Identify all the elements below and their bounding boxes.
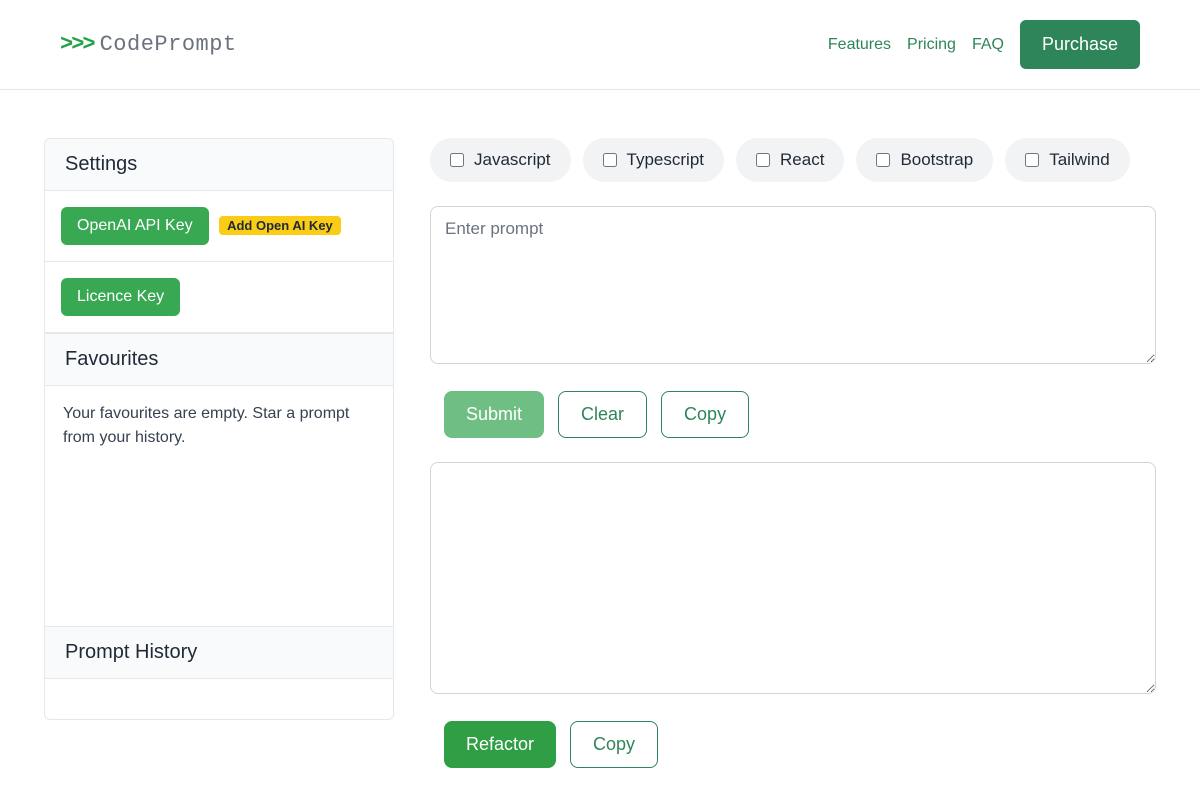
- refactor-button[interactable]: Refactor: [444, 721, 556, 768]
- checkbox-bootstrap[interactable]: [876, 153, 890, 167]
- checkbox-react[interactable]: [756, 153, 770, 167]
- sidebar-panel: Settings OpenAI API Key Add Open AI Key …: [44, 138, 394, 720]
- app-logo: >>> CodePrompt: [60, 32, 237, 57]
- pill-react[interactable]: React: [736, 138, 844, 182]
- settings-openai-row: OpenAI API Key Add Open AI Key: [45, 191, 393, 262]
- pill-typescript[interactable]: Typescript: [583, 138, 724, 182]
- prompt-history-header: Prompt History: [45, 626, 393, 679]
- primary-nav: Features Pricing FAQ Purchase: [828, 20, 1140, 69]
- favourites-empty-text: Your favourites are empty. Star a prompt…: [45, 386, 393, 626]
- main-container: Settings OpenAI API Key Add Open AI Key …: [0, 90, 1200, 792]
- pill-tailwind-label: Tailwind: [1049, 150, 1109, 170]
- clear-button[interactable]: Clear: [558, 391, 647, 438]
- favourites-header: Favourites: [45, 333, 393, 386]
- add-openai-key-badge: Add Open AI Key: [219, 216, 341, 235]
- pill-bootstrap-label: Bootstrap: [900, 150, 973, 170]
- sidebar: Settings OpenAI API Key Add Open AI Key …: [44, 138, 394, 792]
- chevron-right-icon: >>>: [60, 32, 94, 57]
- pill-javascript[interactable]: Javascript: [430, 138, 571, 182]
- checkbox-tailwind[interactable]: [1025, 153, 1039, 167]
- nav-faq[interactable]: FAQ: [972, 36, 1004, 54]
- prompt-history-body: [45, 679, 393, 719]
- copy-output-button[interactable]: Copy: [570, 721, 658, 768]
- purchase-button[interactable]: Purchase: [1020, 20, 1140, 69]
- prompt-buttons: Submit Clear Copy: [430, 391, 1156, 438]
- licence-key-button[interactable]: Licence Key: [61, 278, 180, 316]
- app-header: >>> CodePrompt Features Pricing FAQ Purc…: [0, 0, 1200, 90]
- logo-text: CodePrompt: [100, 32, 237, 57]
- checkbox-javascript[interactable]: [450, 153, 464, 167]
- openai-api-key-button[interactable]: OpenAI API Key: [61, 207, 209, 245]
- pill-react-label: React: [780, 150, 824, 170]
- settings-licence-row: Licence Key: [45, 262, 393, 333]
- submit-button[interactable]: Submit: [444, 391, 544, 438]
- settings-header: Settings: [45, 139, 393, 191]
- language-pills: Javascript Typescript React Bootstrap Ta…: [430, 138, 1156, 182]
- nav-features[interactable]: Features: [828, 36, 891, 54]
- output-textarea[interactable]: [430, 462, 1156, 694]
- prompt-input[interactable]: [430, 206, 1156, 364]
- pill-typescript-label: Typescript: [627, 150, 704, 170]
- pill-bootstrap[interactable]: Bootstrap: [856, 138, 993, 182]
- output-buttons: Refactor Copy: [430, 721, 1156, 768]
- nav-pricing[interactable]: Pricing: [907, 36, 956, 54]
- copy-button[interactable]: Copy: [661, 391, 749, 438]
- main-area: Javascript Typescript React Bootstrap Ta…: [430, 138, 1156, 792]
- pill-tailwind[interactable]: Tailwind: [1005, 138, 1129, 182]
- pill-javascript-label: Javascript: [474, 150, 551, 170]
- checkbox-typescript[interactable]: [603, 153, 617, 167]
